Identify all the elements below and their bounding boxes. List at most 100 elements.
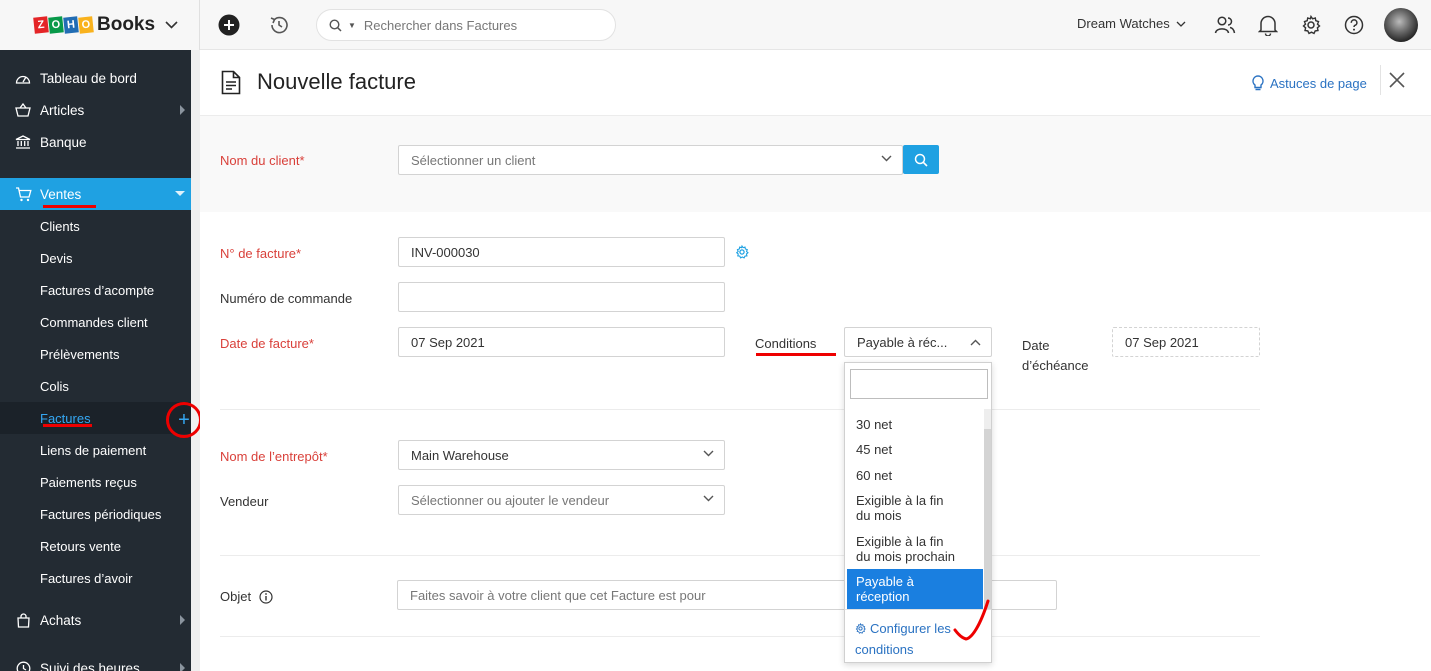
organization-switcher[interactable]: Dream Watches xyxy=(1077,16,1186,31)
option-line: du mois xyxy=(856,508,902,523)
avatar[interactable] xyxy=(1384,8,1418,42)
gear-icon[interactable] xyxy=(735,245,749,259)
logo-letter: H xyxy=(63,16,79,34)
sidebar-item-label: Ventes xyxy=(40,186,82,202)
customer-placeholder: Sélectionner un client xyxy=(411,152,536,168)
main-content: Nouvelle facture Astuces de page Nom du … xyxy=(200,50,1431,671)
sidebar-subitem-recurring-invoices[interactable]: Factures périodiques xyxy=(0,498,191,530)
salesperson-placeholder: Sélectionner ou ajouter le vendeur xyxy=(411,492,610,508)
chevron-down-icon xyxy=(1176,21,1186,27)
sidebar-subitem-picklists[interactable]: Prélèvements xyxy=(0,338,191,370)
salesperson-label: Vendeur xyxy=(220,494,269,509)
app-name: Books xyxy=(97,14,156,35)
page-header: Nouvelle facture Astuces de page xyxy=(200,50,1431,116)
sidebar-subitem-sales-returns[interactable]: Retours vente xyxy=(0,530,191,562)
logo-letter: O xyxy=(48,16,64,34)
sidebar-subitem-quotes[interactable]: Devis xyxy=(0,242,191,274)
order-number-label: Numéro de commande xyxy=(220,291,353,306)
notifications-button[interactable] xyxy=(1255,12,1281,38)
terms-option-net30[interactable]: 30 net xyxy=(847,417,983,432)
close-icon[interactable] xyxy=(1387,70,1407,90)
terms-option-net60[interactable]: 60 net xyxy=(847,468,983,483)
chevron-down-icon xyxy=(175,191,185,196)
annotation-checkmark-icon xyxy=(953,599,990,641)
page-tips-link[interactable]: Astuces de page xyxy=(1252,75,1367,92)
zoho-logo: Z O H O xyxy=(33,16,94,34)
plus-circle-icon xyxy=(218,14,240,36)
sidebar-item-time-tracking[interactable]: Suivi des heures xyxy=(0,652,191,671)
sidebar-subitem-retainer-invoices[interactable]: Factures d’acompte xyxy=(0,274,191,306)
chevron-right-icon xyxy=(180,615,185,625)
chevron-down-icon xyxy=(881,155,892,162)
sidebar-gutter xyxy=(191,50,200,671)
search-scope-caret-icon[interactable]: ▼ xyxy=(348,21,356,30)
top-bar: Z O H O Books ▼ Rechercher dans Factures… xyxy=(0,0,1431,50)
bell-icon xyxy=(1258,15,1278,36)
sidebar-item-articles[interactable]: Articles xyxy=(0,94,191,126)
quick-create-button[interactable] xyxy=(216,12,242,38)
chevron-down-icon xyxy=(703,495,714,502)
invoice-number-input[interactable]: INV-000030 xyxy=(398,237,725,267)
scrollbar-thumb[interactable] xyxy=(984,429,991,609)
salesperson-select[interactable]: Sélectionner ou ajouter le vendeur xyxy=(398,485,725,515)
invoice-date-input[interactable]: 07 Sep 2021 xyxy=(398,327,725,357)
order-number-input[interactable] xyxy=(398,282,725,312)
help-button[interactable] xyxy=(1341,12,1367,38)
invoice-date-value: 07 Sep 2021 xyxy=(411,334,485,350)
search-placeholder: Rechercher dans Factures xyxy=(363,17,518,33)
warehouse-select[interactable]: Main Warehouse xyxy=(398,440,725,470)
global-search[interactable]: ▼ Rechercher dans Factures xyxy=(316,9,616,41)
terms-option-end-of-month[interactable]: Exigible à la fin du mois xyxy=(847,493,983,523)
new-invoice-button[interactable]: + xyxy=(166,402,202,438)
sidebar-subitem-clients[interactable]: Clients xyxy=(0,210,191,242)
org-name: Dream Watches xyxy=(1077,16,1170,31)
recent-history-button[interactable] xyxy=(266,12,292,38)
brand-switcher[interactable]: Z O H O Books xyxy=(0,0,200,50)
sidebar-subitem-credit-notes[interactable]: Factures d’avoir xyxy=(0,562,191,594)
logo-letter: Z xyxy=(33,16,49,34)
terms-option-end-of-next-month[interactable]: Exigible à la fin du mois prochain xyxy=(847,534,983,564)
terms-option-net45[interactable]: 45 net xyxy=(847,442,983,457)
sidebar-item-banking[interactable]: Banque xyxy=(0,126,191,158)
due-date-label: Date d’échéance xyxy=(1022,336,1089,376)
customer-select[interactable]: Sélectionner un client xyxy=(398,145,903,175)
help-icon xyxy=(1344,15,1364,35)
chevron-down-icon xyxy=(165,21,178,29)
customer-search-button[interactable] xyxy=(903,145,939,174)
search-icon xyxy=(329,18,342,32)
annotation-underline xyxy=(43,205,96,208)
bag-icon xyxy=(16,612,30,628)
logo-letter: O xyxy=(78,16,94,34)
sidebar-item-label: Suivi des heures xyxy=(40,660,140,671)
warehouse-value: Main Warehouse xyxy=(411,447,509,463)
due-date-input[interactable]: 07 Sep 2021 xyxy=(1112,327,1260,357)
warehouse-label: Nom de l’entrepôt* xyxy=(220,449,328,464)
dropdown-scrollbar[interactable] xyxy=(984,409,991,609)
sidebar-item-purchases[interactable]: Achats xyxy=(0,604,191,636)
cart-icon xyxy=(15,186,32,201)
users-icon xyxy=(1214,16,1236,34)
plus-icon: + xyxy=(178,408,190,431)
sidebar-subitem-payment-links[interactable]: Liens de paiement xyxy=(0,434,191,466)
users-button[interactable] xyxy=(1212,12,1238,38)
basket-icon xyxy=(15,103,31,117)
sidebar-subitem-packages[interactable]: Colis xyxy=(0,370,191,402)
sidebar-subitem-sales-orders[interactable]: Commandes client xyxy=(0,306,191,338)
sidebar-item-dashboard[interactable]: Tableau de bord xyxy=(0,62,191,94)
option-line: Exigible à la fin xyxy=(856,534,944,549)
info-icon[interactable] xyxy=(259,589,273,604)
sidebar-subitem-invoices[interactable]: Factures xyxy=(0,402,191,434)
page-title: Nouvelle facture xyxy=(257,69,416,94)
sidebar-subitem-payments-received[interactable]: Paiements reçus xyxy=(0,466,191,498)
settings-button[interactable] xyxy=(1298,12,1324,38)
terms-select[interactable]: Payable à réc... xyxy=(844,327,992,357)
terms-search-input[interactable] xyxy=(850,369,988,399)
search-icon xyxy=(914,153,928,167)
invoice-date-label: Date de facture* xyxy=(220,336,314,351)
section-divider xyxy=(220,409,1260,410)
option-line: du mois prochain xyxy=(856,549,955,564)
invoice-number-label: N° de facture* xyxy=(220,246,302,261)
option-line: Exigible à la fin xyxy=(856,493,944,508)
invoice-number-value: INV-000030 xyxy=(411,244,480,260)
terms-label: Conditions xyxy=(755,336,817,351)
